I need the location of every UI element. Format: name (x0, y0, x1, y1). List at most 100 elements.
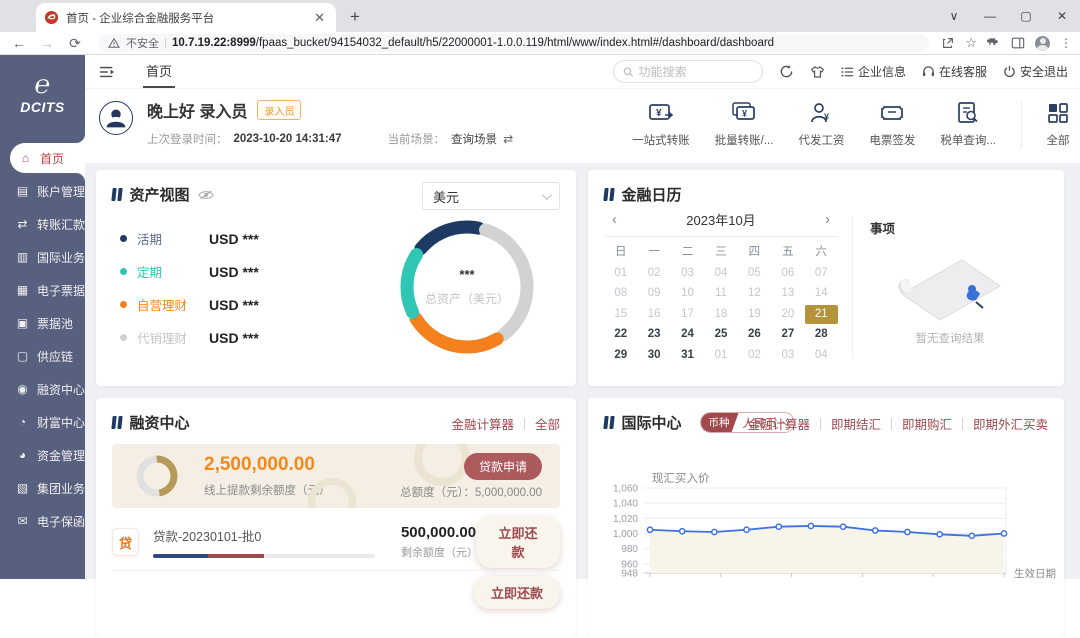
calendar-day[interactable]: 08 (604, 284, 637, 304)
tab-home[interactable]: 首页 (143, 55, 175, 88)
calendar-day[interactable]: 10 (671, 284, 704, 304)
extensions-puzzle-icon[interactable] (987, 36, 1001, 50)
reload-icon[interactable]: ⟳ (64, 35, 86, 52)
calendar-day[interactable]: 26 (738, 325, 771, 345)
calendar-day[interactable]: 03 (671, 264, 704, 284)
calendar-day-today[interactable]: 21 (805, 305, 838, 325)
quick-action-payroll[interactable]: ¥ 代发工资 (798, 101, 844, 148)
enterprise-info-button[interactable]: 企业信息 (841, 63, 906, 80)
calendar-day[interactable]: 03 (771, 346, 804, 366)
calendar-day[interactable]: 18 (704, 305, 737, 325)
sidebar-item-bill-pool[interactable]: ▣票据池 (0, 308, 85, 338)
side-panel-icon[interactable] (1011, 36, 1025, 50)
browser-menu-dots-icon[interactable]: ⋮ (1060, 36, 1072, 50)
calendar-day[interactable]: 17 (671, 305, 704, 325)
sidebar-item-home[interactable]: ⌂首页 (10, 143, 85, 173)
sidebar-item-label: 首页 (40, 150, 64, 167)
calendar-day[interactable]: 02 (738, 346, 771, 366)
forward-icon[interactable]: → (36, 35, 58, 51)
currency-select[interactable]: 美元 (422, 182, 560, 210)
quick-action-all[interactable]: 全部 (1021, 101, 1070, 148)
window-menu-icon[interactable]: ∨ (936, 0, 972, 32)
calendar-day[interactable]: 14 (805, 284, 838, 304)
browser-toolbar: ← → ⟳ 不安全 10.7.19.22:8999/fpaas_bucket/9… (0, 32, 1080, 55)
repay-now-button[interactable]: 立即还款 (474, 576, 560, 609)
calendar-day[interactable]: 25 (704, 325, 737, 345)
quick-action-ebill-issue[interactable]: 电票签发 (869, 101, 915, 148)
sidebar-item-fund-pie[interactable]: ◕资金管理 (0, 440, 85, 470)
online-service-button[interactable]: 在线客服 (922, 63, 987, 80)
calendar-day[interactable]: 04 (805, 346, 838, 366)
calendar-day[interactable]: 05 (738, 264, 771, 284)
calendar-day[interactable]: 30 (637, 346, 670, 366)
loan-apply-button[interactable]: 贷款申请 (464, 453, 542, 480)
window-restore-icon[interactable]: ▢ (1008, 0, 1044, 32)
sidebar-item-transfer-card[interactable]: ⇄转账汇款 (0, 209, 85, 239)
search-input[interactable] (639, 65, 753, 79)
calendar-day[interactable]: 23 (637, 325, 670, 345)
calendar-day[interactable]: 01 (704, 346, 737, 366)
calendar-day[interactable]: 12 (738, 284, 771, 304)
window-minimize-icon[interactable]: — (972, 0, 1008, 32)
calendar-day[interactable]: 24 (671, 325, 704, 345)
prev-month-icon[interactable]: ‹ (608, 211, 621, 228)
calendar-day[interactable]: 16 (637, 305, 670, 325)
calendar-day[interactable]: 07 (805, 264, 838, 284)
sidebar-item-guarantee-mail[interactable]: ✉电子保函 (0, 506, 85, 536)
calendar-day[interactable]: 06 (771, 264, 804, 284)
spot-fx-trade-link[interactable]: 即期外汇买卖 (973, 414, 1048, 433)
sidebar-item-group-doc[interactable]: ▧集团业务 (0, 473, 85, 503)
quick-action-tax-query[interactable]: 税单查询... (940, 101, 996, 148)
logout-button[interactable]: 安全退出 (1003, 63, 1068, 80)
calendar-day[interactable]: 09 (637, 284, 670, 304)
sidebar-item-international-doc[interactable]: ▥国际业务 (0, 242, 85, 272)
sidebar-item-supply-chain[interactable]: ▢供应链 (0, 341, 85, 371)
refresh-icon[interactable] (779, 64, 794, 79)
calendar-day[interactable]: 28 (805, 325, 838, 345)
security-label: 不安全 (126, 35, 159, 51)
share-icon[interactable] (941, 36, 955, 50)
address-bar[interactable]: 不安全 10.7.19.22:8999/fpaas_bucket/9415403… (98, 34, 929, 52)
finance-calculator-link[interactable]: 金融计算器 (451, 414, 514, 433)
calendar-day[interactable]: 29 (604, 346, 637, 366)
sidebar-item-e-bill[interactable]: ▦电子票据 (0, 275, 85, 305)
sidebar-item-financing[interactable]: ◉融资中心 (0, 374, 85, 404)
calendar-day[interactable]: 13 (771, 284, 804, 304)
tab-close-icon[interactable]: ✕ (311, 10, 328, 26)
svg-text:980: 980 (621, 544, 638, 555)
sidebar-item-wealth-pie[interactable]: ◔财富中心 (0, 407, 85, 437)
asset-legend-row: 自营理财USD *** (120, 288, 259, 321)
calendar-day[interactable]: 20 (771, 305, 804, 325)
calendar-day[interactable]: 15 (604, 305, 637, 325)
profile-avatar[interactable] (1035, 36, 1050, 51)
series-masked-value: USD *** (209, 330, 259, 346)
spot-settlement-link[interactable]: 即期结汇 (831, 414, 881, 433)
calendar-day[interactable]: 01 (604, 264, 637, 284)
finance-all-link[interactable]: 全部 (535, 414, 560, 433)
calendar-day[interactable]: 02 (637, 264, 670, 284)
switch-scene-icon[interactable]: ⇄ (503, 132, 513, 146)
credit-banner: 2,500,000.00 线上提款剩余额度（元） 贷款申请 总额度（元）：5,0… (112, 444, 560, 508)
quick-action-batch-transfer[interactable]: ¥ 批量转账/... (715, 101, 774, 148)
calendar-day[interactable]: 04 (704, 264, 737, 284)
intl-calculator-link[interactable]: 金融计算器 (747, 414, 810, 433)
next-month-icon[interactable]: › (821, 211, 834, 228)
repay-now-button[interactable]: 立即还款 (476, 516, 560, 568)
collapse-menu-icon[interactable] (99, 65, 115, 79)
theme-skin-icon[interactable] (810, 65, 825, 79)
back-icon[interactable]: ← (8, 35, 30, 51)
calendar-day[interactable]: 27 (771, 325, 804, 345)
calendar-day[interactable]: 22 (604, 325, 637, 345)
calendar-day[interactable]: 31 (671, 346, 704, 366)
quick-action-one-stop-transfer[interactable]: ¥ 一站式转账 (632, 101, 690, 148)
new-tab-button[interactable]: + (350, 7, 360, 27)
calendar-day[interactable]: 11 (704, 284, 737, 304)
eye-hide-icon[interactable] (198, 189, 214, 201)
browser-tab[interactable]: 首页 - 企业综合金融服务平台 ✕ (36, 3, 336, 32)
calendar-day[interactable]: 19 (738, 305, 771, 325)
spot-purchase-link[interactable]: 即期购汇 (902, 414, 952, 433)
window-close-icon[interactable]: ✕ (1044, 0, 1080, 32)
function-search[interactable] (613, 60, 763, 83)
bookmark-star-icon[interactable]: ☆ (965, 35, 977, 51)
sidebar-item-account-monitor[interactable]: ▤账户管理 (0, 176, 85, 206)
